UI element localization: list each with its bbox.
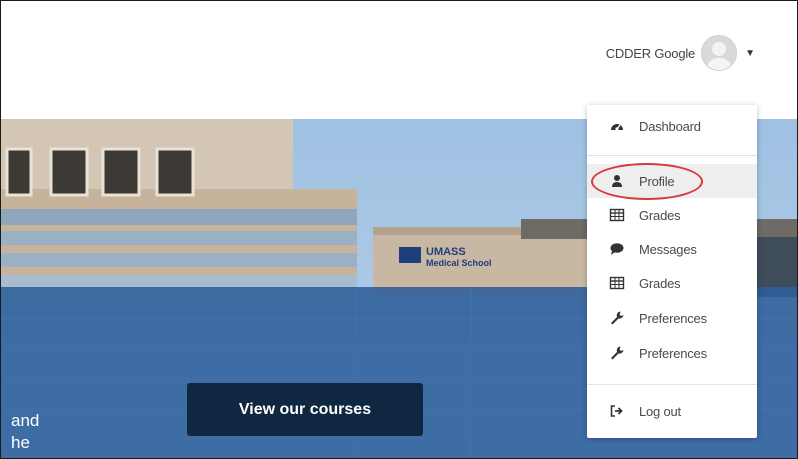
user-dropdown-menu: Dashboard Profile Grades Messages Grades… [587,105,757,438]
hero-text-line2: he [11,433,30,452]
top-navbar: CDDER Google ▼ [1,1,797,119]
menu-item-label: Dashboard [639,118,701,134]
view-courses-button[interactable]: View our courses [187,383,423,436]
menu-item-logout[interactable]: Log out [587,394,757,428]
menu-item-label: Preferences [639,345,707,361]
menu-divider [587,155,757,156]
user-menu-toggle[interactable]: CDDER Google ▼ [606,35,755,71]
user-icon [609,173,625,189]
sign-out-icon [609,403,625,419]
menu-item-preferences-2[interactable]: Preferences [587,336,757,370]
dashboard-icon [609,118,625,134]
wrench-icon [609,345,625,361]
wrench-icon [609,310,625,326]
menu-item-grades[interactable]: Grades [587,198,757,232]
menu-item-messages[interactable]: Messages [587,232,757,266]
menu-item-label: Log out [639,403,681,419]
hero-text-line1: and [11,411,40,430]
caret-down-icon: ▼ [745,47,755,59]
menu-item-label: Preferences [639,310,707,326]
menu-item-dashboard[interactable]: Dashboard [587,109,757,143]
menu-item-label: Grades [639,207,681,223]
table-icon [609,207,625,223]
user-name: CDDER Google [605,45,696,61]
menu-item-preferences[interactable]: Preferences [587,301,757,335]
menu-item-label: Profile [639,173,675,189]
table-icon [609,275,625,291]
browser-viewport: CDDER Google ▼ UMASS Medical School and … [0,0,798,459]
building-sign-line1: UMASS [426,246,466,258]
menu-item-label: Grades [639,275,681,291]
menu-divider [587,384,757,385]
menu-item-profile[interactable]: Profile [587,164,757,198]
comment-icon [609,241,625,257]
menu-item-grades-2[interactable]: Grades [587,266,757,300]
user-avatar-icon [701,35,738,71]
menu-item-label: Messages [639,241,697,257]
building-sign-line2: Medical School [426,258,492,268]
